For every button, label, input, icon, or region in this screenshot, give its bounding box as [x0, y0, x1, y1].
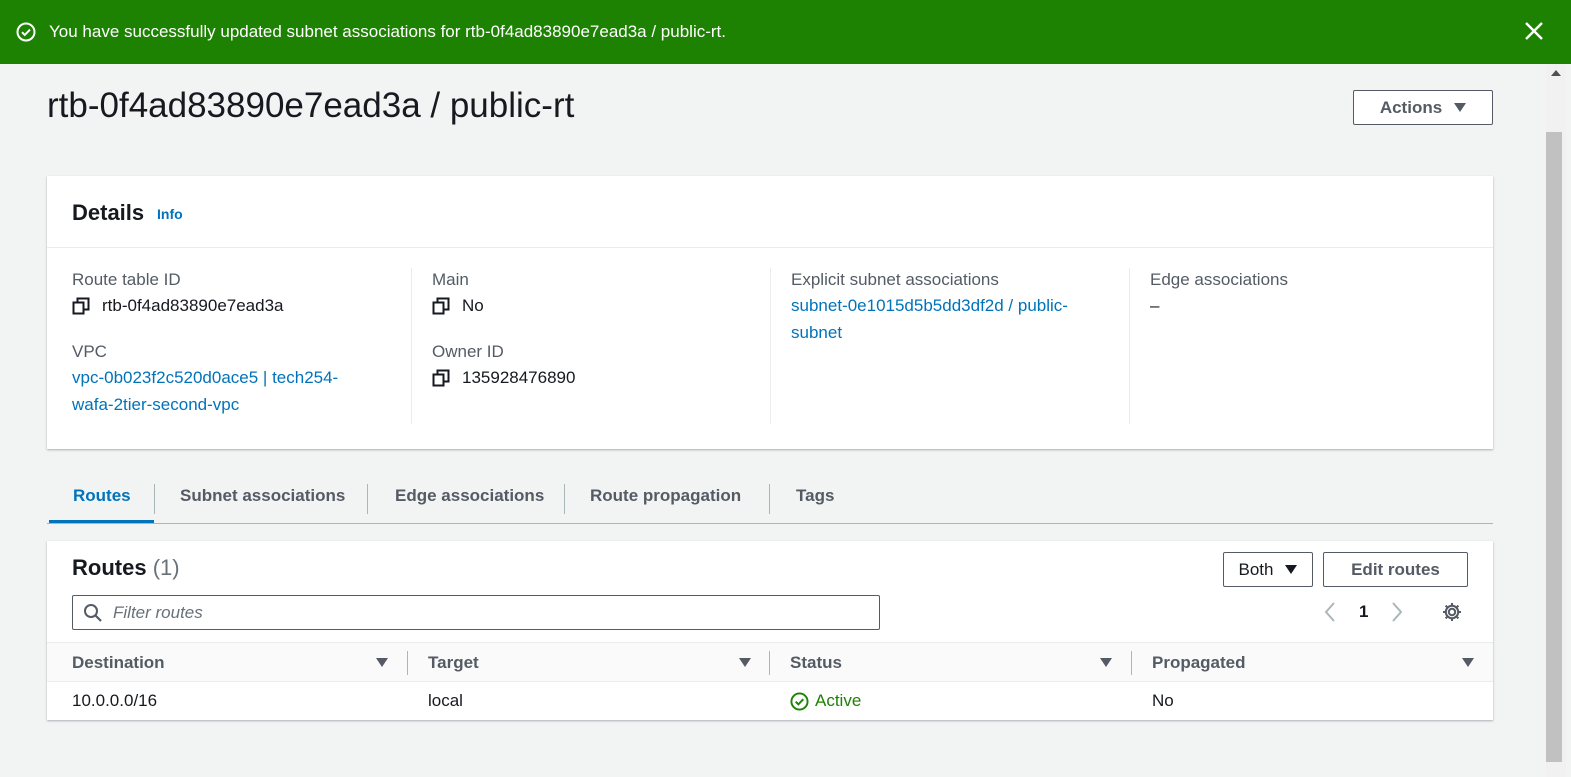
table-row: 10.0.0.0/16 local Active No	[47, 682, 1493, 720]
column-resizer[interactable]	[769, 651, 770, 675]
flash-message: You have successfully updated subnet ass…	[49, 22, 726, 41]
column-resizer[interactable]	[407, 651, 408, 675]
owner-id-text: 135928476890	[462, 368, 576, 387]
page-title: rtb-0f4ad83890e7ead3a / public-rt	[47, 86, 575, 125]
explicit-subnet-link[interactable]: subnet-0e1015d5b5dd3df2d / public- subne…	[791, 292, 1130, 346]
edge-associations-value: –	[1150, 296, 1160, 315]
vpc-link-line-2: wafa-2tier-second-vpc	[72, 395, 240, 414]
main-value: No	[432, 292, 771, 320]
details-col-1: Route table ID rtb-0f4ad83890e7ead3a VPC…	[72, 268, 412, 424]
info-link[interactable]: Info	[157, 206, 183, 222]
tab-bar: Routes Subnet associations Edge associat…	[47, 474, 1493, 524]
route-table-id-text: rtb-0f4ad83890e7ead3a	[102, 296, 284, 315]
routes-table: Destination Target Status Propagated 10.…	[47, 642, 1493, 720]
gear-icon[interactable]	[1441, 601, 1463, 623]
route-table-id-value: rtb-0f4ad83890e7ead3a	[72, 292, 412, 320]
route-filter-select[interactable]: Both	[1223, 552, 1313, 587]
status-text: Active	[815, 691, 862, 710]
sort-caret-icon[interactable]	[739, 658, 751, 667]
explicit-subnet-line-1: subnet-0e1015d5b5dd3df2d / public-	[791, 296, 1068, 315]
table-header: Destination Target Status Propagated	[47, 642, 1493, 682]
vpc-link[interactable]: vpc-0b023f2c520d0ace5 | tech254- wafa-2t…	[72, 364, 412, 418]
owner-id-value: 135928476890	[432, 364, 771, 392]
active-tab-indicator	[49, 520, 154, 523]
tab-divider	[564, 484, 565, 514]
owner-id-label: Owner ID	[432, 342, 504, 361]
edge-associations-label: Edge associations	[1150, 270, 1288, 289]
column-header-status[interactable]: Status	[790, 653, 842, 673]
tab-divider	[769, 484, 770, 514]
scrollbar-thumb[interactable]	[1546, 132, 1562, 762]
main-label: Main	[432, 270, 469, 289]
details-col-4: Edge associations –	[1129, 268, 1469, 424]
column-resizer[interactable]	[1131, 651, 1132, 675]
chevron-left-icon[interactable]	[1323, 601, 1337, 623]
details-header: Details Info	[47, 176, 1493, 248]
success-check-icon	[16, 22, 36, 42]
close-icon[interactable]	[1523, 20, 1545, 42]
routes-title: Routes	[72, 555, 147, 580]
chevron-right-icon[interactable]	[1390, 601, 1404, 623]
cell-destination: 10.0.0.0/16	[72, 691, 158, 710]
column-header-target[interactable]: Target	[428, 653, 479, 673]
cell-propagated: No	[1152, 691, 1174, 710]
status-active-icon	[790, 691, 809, 711]
routes-heading: Routes (1)	[72, 555, 180, 581]
details-panel: Details Info Route table ID rtb-0f4ad838…	[47, 176, 1493, 449]
sort-caret-icon[interactable]	[1100, 658, 1112, 667]
cell-target: local	[428, 691, 463, 710]
explicit-subnet-label: Explicit subnet associations	[791, 270, 999, 289]
sort-caret-icon[interactable]	[1462, 658, 1474, 667]
column-header-propagated[interactable]: Propagated	[1152, 653, 1246, 673]
tab-edge-associations[interactable]: Edge associations	[395, 486, 544, 506]
copy-icon[interactable]	[432, 369, 450, 387]
page-number[interactable]: 1	[1359, 602, 1368, 622]
routes-panel: Routes (1) Both Edit routes 1 Destinatio…	[47, 541, 1493, 720]
sort-caret-icon[interactable]	[376, 658, 388, 667]
caret-down-icon	[1454, 103, 1467, 112]
route-filter-value: Both	[1238, 559, 1274, 579]
tab-routes[interactable]: Routes	[73, 486, 131, 506]
details-heading: Details	[72, 200, 145, 225]
tab-subnet-associations[interactable]: Subnet associations	[180, 486, 345, 506]
filter-routes-input[interactable]	[113, 602, 813, 623]
tab-tags[interactable]: Tags	[796, 486, 834, 506]
copy-icon[interactable]	[432, 297, 450, 315]
explicit-subnet-line-2: subnet	[791, 323, 843, 342]
edit-routes-button[interactable]: Edit routes	[1323, 552, 1468, 587]
tab-divider	[367, 484, 368, 514]
actions-button[interactable]: Actions	[1353, 90, 1493, 125]
actions-button-label: Actions	[1379, 97, 1443, 117]
page-scrollbar[interactable]	[1546, 64, 1566, 777]
filter-routes-search[interactable]	[72, 595, 880, 630]
main-text: No	[462, 296, 484, 315]
caret-down-icon	[1285, 565, 1298, 574]
details-col-2: Main No Owner ID 135928476890	[411, 268, 771, 424]
column-header-destination[interactable]: Destination	[72, 653, 165, 673]
cell-status: Active	[790, 691, 861, 711]
route-table-id-label: Route table ID	[72, 270, 181, 289]
scroll-up-arrow-icon[interactable]	[1551, 70, 1561, 76]
vpc-label: VPC	[72, 342, 107, 361]
details-col-3: Explicit subnet associations subnet-0e10…	[770, 268, 1130, 424]
vpc-link-line-1: vpc-0b023f2c520d0ace5 | tech254-	[72, 368, 339, 387]
tab-divider	[154, 484, 155, 514]
routes-count: (1)	[152, 555, 180, 580]
search-icon	[83, 603, 103, 623]
tab-route-propagation[interactable]: Route propagation	[590, 486, 741, 506]
copy-icon[interactable]	[72, 297, 90, 315]
success-flash-banner: You have successfully updated subnet ass…	[0, 0, 1571, 64]
pagination: 1	[1323, 599, 1404, 625]
